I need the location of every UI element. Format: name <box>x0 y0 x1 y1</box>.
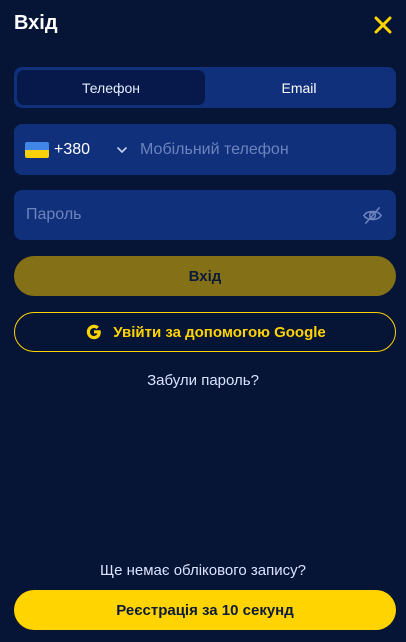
forgot-password-link[interactable]: Забули пароль? <box>0 372 406 389</box>
page-title: Вхід <box>14 12 58 34</box>
eye-off-icon[interactable] <box>362 205 383 226</box>
google-icon <box>87 324 102 340</box>
google-login-button[interactable]: Увійти за допомогою Google <box>14 312 396 352</box>
google-login-label: Увійти за допомогою Google <box>113 323 326 341</box>
phone-field: +380 <box>14 124 396 175</box>
no-account-text: Ще немає облікового запису? <box>100 562 306 579</box>
close-icon[interactable] <box>372 14 394 36</box>
password-field <box>14 190 396 240</box>
ukraine-flag-icon <box>25 141 49 158</box>
login-button[interactable]: Вхід <box>14 256 396 296</box>
phone-input[interactable] <box>138 139 363 160</box>
country-code[interactable]: +380 <box>54 141 90 159</box>
tab-email[interactable]: Email <box>205 70 393 105</box>
password-input[interactable] <box>24 205 348 225</box>
login-method-tabs: Телефон Email <box>14 67 396 108</box>
chevron-down-icon[interactable] <box>116 144 128 156</box>
tab-phone[interactable]: Телефон <box>17 70 205 105</box>
register-button[interactable]: Реєстрація за 10 секунд <box>14 590 396 630</box>
